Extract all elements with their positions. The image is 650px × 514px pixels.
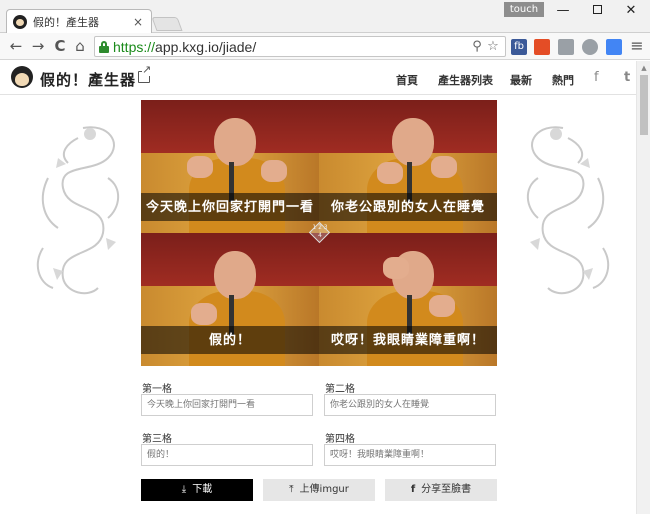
browser-toolbar: ← → C ⌂ https://app.kxg.io/jiade/ ⚲ ☆ fb… xyxy=(0,33,650,60)
extension-cast-icon[interactable] xyxy=(606,39,622,55)
extension-compass-icon[interactable] xyxy=(582,39,598,55)
bookmark-star-icon[interactable]: ☆ xyxy=(485,39,501,54)
grid-order-label: 1 2 3 4 xyxy=(312,224,328,239)
twitter-icon[interactable]: t xyxy=(624,70,630,85)
extension-office-icon[interactable] xyxy=(534,39,550,55)
share-facebook-button[interactable]: f 分享至臉書 xyxy=(385,479,497,501)
url-text[interactable]: https://app.kxg.io/jiade/ xyxy=(113,39,469,55)
field-label-3: 第三格 xyxy=(142,434,172,445)
back-button[interactable]: ← xyxy=(6,36,26,56)
touch-badge: touch xyxy=(504,2,544,17)
field-label-2: 第二格 xyxy=(325,384,355,395)
page-viewport: 假的！產生器 首頁 產生器列表 最新 熱門 f t xyxy=(0,61,650,514)
dragon-right-decoration xyxy=(526,126,610,295)
page-scrollbar[interactable]: ▲ xyxy=(636,61,650,514)
dragon-left-decoration xyxy=(36,126,120,295)
browser-tab[interactable]: 假的！產生器 × xyxy=(6,9,152,33)
extension-facebook-icon[interactable]: fb xyxy=(511,39,527,55)
meme-panel-1: 今天晚上你回家打開門一看 xyxy=(141,100,319,233)
nav-popular[interactable]: 熱門 xyxy=(552,72,574,88)
nav-home[interactable]: 首頁 xyxy=(396,72,418,88)
upload-imgur-button[interactable]: ⤒ 上傳imgur xyxy=(263,479,375,501)
meme-panel-2: 你老公跟別的女人在睡覺 xyxy=(319,100,497,233)
window-minimize-button[interactable]: — xyxy=(546,0,580,22)
monk-head xyxy=(214,118,256,166)
meme-caption-1: 今天晚上你回家打開門一看 xyxy=(145,200,314,215)
meme-panel-4: 哎呀！我眼睛業障重啊！ xyxy=(319,233,497,366)
tab-title: 假的！產生器 xyxy=(33,15,99,29)
forward-button[interactable]: → xyxy=(28,36,48,56)
caption-input-1[interactable] xyxy=(141,394,313,416)
meme-panel-3: 假的！ xyxy=(141,233,319,366)
facebook-icon[interactable]: f xyxy=(594,70,599,85)
field-label-4: 第四格 xyxy=(325,434,355,445)
upload-imgur-label: 上傳imgur xyxy=(299,484,349,495)
field-label-1: 第一格 xyxy=(142,384,172,395)
download-label: 下載 xyxy=(192,484,213,495)
site-header: 假的！產生器 首頁 產生器列表 最新 熱門 f t xyxy=(0,61,636,95)
meme-caption-4: 哎呀！我眼睛業障重啊！ xyxy=(330,333,485,348)
lock-icon xyxy=(99,40,109,53)
meme-caption-3: 假的！ xyxy=(208,333,251,348)
monk-head xyxy=(214,251,256,299)
monk-head xyxy=(392,118,434,166)
extension-screenshot-icon[interactable] xyxy=(558,39,574,55)
maximize-icon xyxy=(592,5,602,14)
share-facebook-label: 分享至臉書 xyxy=(421,484,472,495)
download-icon: ⤓ xyxy=(181,484,187,495)
reload-button[interactable]: C xyxy=(50,36,70,56)
facebook-icon: f xyxy=(410,484,416,495)
scroll-thumb[interactable] xyxy=(640,75,648,135)
scroll-up-icon[interactable]: ▲ xyxy=(637,61,650,75)
new-tab-button[interactable] xyxy=(151,17,183,31)
nav-latest[interactable]: 最新 xyxy=(510,72,532,88)
caption-input-4[interactable] xyxy=(324,444,496,466)
zoom-icon[interactable]: ⚲ xyxy=(469,39,485,54)
caption-input-3[interactable] xyxy=(141,444,313,466)
caption-input-2[interactable] xyxy=(324,394,496,416)
tab-favicon-icon xyxy=(13,14,27,29)
external-link-icon[interactable] xyxy=(138,64,152,83)
download-button[interactable]: ⤓ 下載 xyxy=(141,479,253,501)
home-button[interactable]: ⌂ xyxy=(70,36,90,56)
window-close-button[interactable]: ✕ xyxy=(614,0,648,22)
address-bar[interactable]: https://app.kxg.io/jiade/ ⚲ ☆ xyxy=(94,36,506,57)
browser-menu-icon[interactable]: ≡ xyxy=(627,36,647,56)
browser-titlebar: 假的！產生器 × touch — ✕ xyxy=(0,0,650,33)
window-maximize-button[interactable] xyxy=(580,0,614,22)
meme-image: 今天晚上你回家打開門一看 你老公跟別的女人在睡覺 假的！ 哎呀！我眼睛業障重啊！… xyxy=(141,100,497,366)
site-title[interactable]: 假的！產生器 xyxy=(40,69,136,90)
nav-generator-list[interactable]: 產生器列表 xyxy=(438,72,493,88)
meme-caption-2: 你老公跟別的女人在睡覺 xyxy=(330,200,485,215)
tab-close-icon[interactable]: × xyxy=(131,15,145,29)
site-logo-icon[interactable] xyxy=(11,66,33,88)
upload-icon: ⤒ xyxy=(289,484,294,495)
